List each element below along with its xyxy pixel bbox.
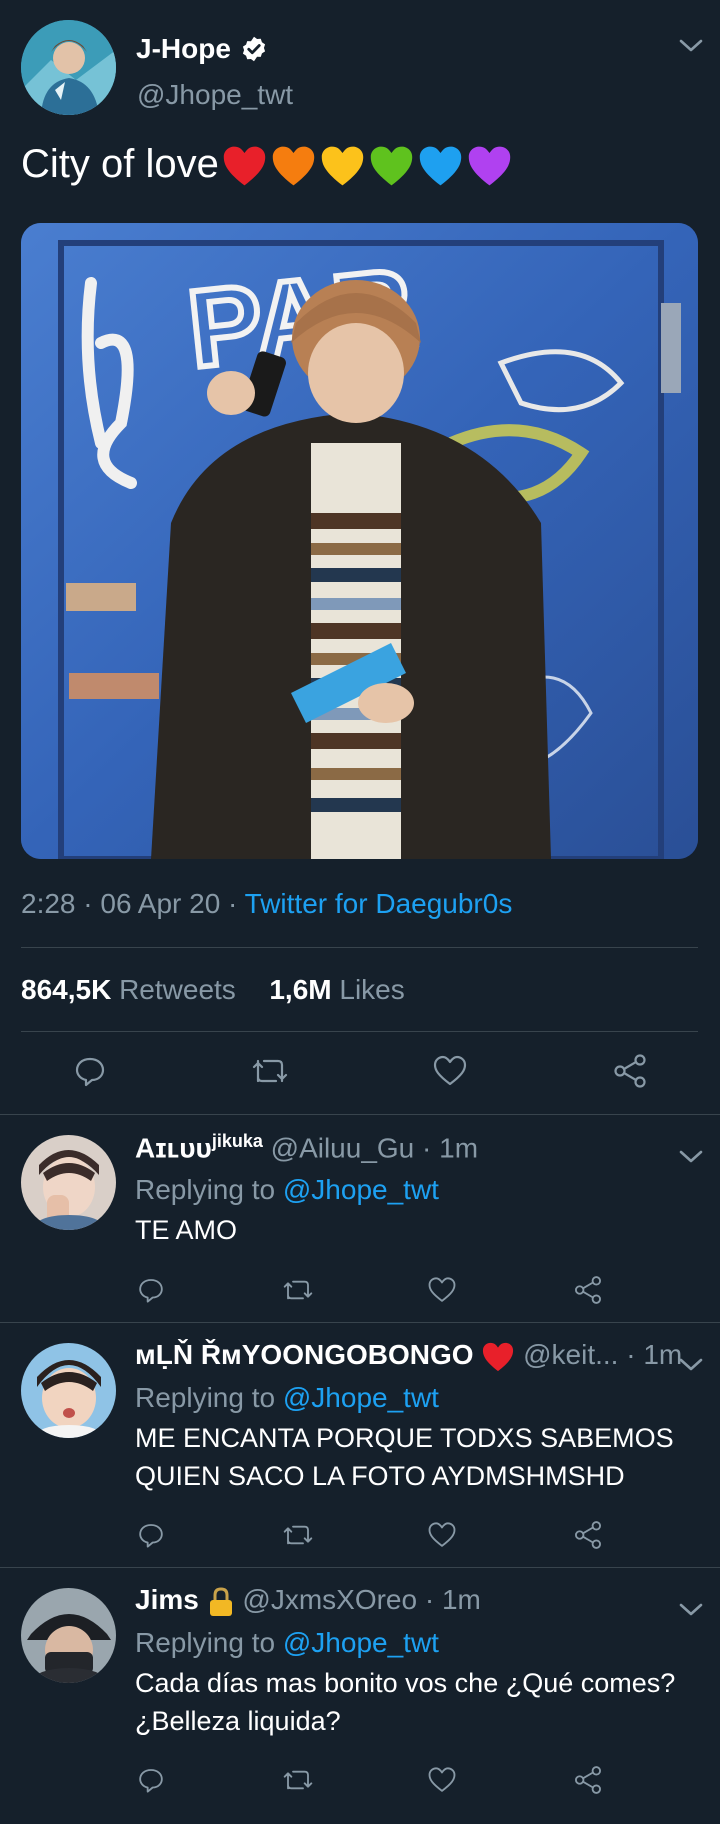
tweet-text-body: City of love (21, 142, 219, 186)
likes-label[interactable]: Likes (339, 974, 404, 1005)
likes-count[interactable]: 1,6M (269, 974, 331, 1005)
reply-icon (139, 1279, 163, 1303)
more-options-chevron-icon[interactable] (678, 38, 704, 54)
share-button[interactable] (568, 1760, 608, 1800)
tweet-photo[interactable]: PAR (21, 223, 698, 859)
reply-author-handle[interactable]: @JxmsXOreo (242, 1584, 417, 1615)
orange-heart-emoji-icon (272, 147, 315, 186)
reply-header: ᴍḶŇ ŘᴍYOONGOBONGO @keit... · 1m (135, 1339, 682, 1373)
retweet-icon (283, 1525, 313, 1545)
retweet-icon (283, 1280, 313, 1300)
author-avatar[interactable] (21, 20, 116, 115)
reply-time: 1m (439, 1132, 479, 1164)
tweet-stats: 864,5K Retweets 1,6M Likes (21, 974, 405, 1006)
reply-avatar[interactable] (21, 1135, 116, 1230)
reply-icon (139, 1524, 163, 1548)
lock-icon (209, 1587, 232, 1616)
reply-header: Aɪʟᴜᴜjikuka @Ailuu_Gu · 1m (135, 1131, 479, 1164)
share-icon (575, 1766, 601, 1794)
share-button[interactable] (568, 1515, 608, 1555)
share-button[interactable] (568, 1270, 608, 1310)
tweet-time: 2:28 (21, 888, 76, 919)
author-handle[interactable]: @Jhope_twt (137, 79, 293, 111)
main-action-bar (0, 1051, 720, 1091)
more-options-chevron-icon[interactable] (678, 1357, 704, 1373)
reply-text: Cada días mas bonito vos che ¿Qué comes?… (135, 1668, 676, 1736)
retweets-label[interactable]: Retweets (119, 974, 236, 1005)
replying-to: Replying to @Jhope_twt (135, 1382, 439, 1414)
purple-heart-emoji-icon (468, 147, 511, 186)
share-icon (575, 1521, 601, 1549)
reply-icon (139, 1769, 163, 1793)
divider (21, 947, 698, 948)
retweet-button[interactable] (278, 1760, 318, 1800)
reply-tweet[interactable]: Jims @JxmsXOreo · 1m Replying to @Jhope_… (0, 1568, 720, 1812)
reply-action-bar (0, 1270, 720, 1310)
more-options-chevron-icon[interactable] (678, 1602, 704, 1618)
reply-text: ME ENCANTA PORQUE TODXS SABEMOS QUIEN SA… (135, 1423, 674, 1491)
verified-badge-icon (240, 35, 268, 63)
reply-button[interactable] (131, 1760, 171, 1800)
red-heart-emoji-icon (223, 147, 266, 186)
reply-author-name-suffix: jikuka (211, 1131, 263, 1151)
replying-to: Replying to @Jhope_twt (135, 1627, 439, 1659)
reply-tweet[interactable]: ᴍḶŇ ŘᴍYOONGOBONGO @keit... · 1m Replying… (0, 1323, 720, 1568)
reply-header: Jims @JxmsXOreo · 1m (135, 1584, 481, 1618)
like-icon (428, 1522, 456, 1547)
like-button[interactable] (430, 1051, 470, 1091)
replying-to-mention[interactable]: @Jhope_twt (283, 1382, 439, 1413)
reply-time: 1m (643, 1339, 683, 1370)
tweet-date: 06 Apr 20 (100, 888, 221, 919)
reply-button[interactable] (70, 1051, 110, 1091)
reply-author-name[interactable]: Aɪʟᴜᴜ (135, 1132, 212, 1163)
reply-avatar[interactable] (21, 1588, 116, 1683)
reply-author-name[interactable]: Jims (135, 1584, 199, 1615)
replying-to-mention[interactable]: @Jhope_twt (283, 1174, 439, 1205)
share-icon (614, 1054, 646, 1088)
tweet-source-link[interactable]: Twitter for Daegubr0s (245, 888, 513, 919)
like-button[interactable] (422, 1270, 462, 1310)
reply-author-handle[interactable]: @Ailuu_Gu (271, 1132, 415, 1163)
reply-author-handle[interactable]: @keit... (523, 1339, 618, 1370)
share-icon (575, 1276, 601, 1304)
divider (21, 1031, 698, 1032)
retweet-button[interactable] (250, 1051, 290, 1091)
like-icon (428, 1767, 456, 1792)
retweet-button[interactable] (278, 1270, 318, 1310)
author-name[interactable]: J-Hope (136, 33, 231, 65)
reply-avatar[interactable] (21, 1343, 116, 1438)
reply-text: TE AMO (135, 1215, 238, 1245)
like-button[interactable] (422, 1760, 462, 1800)
tweet-text: City of love (21, 142, 513, 188)
retweet-button[interactable] (278, 1515, 318, 1555)
blue-heart-emoji-icon (419, 147, 462, 186)
reply-action-bar (0, 1760, 720, 1800)
replying-to-label: Replying to (135, 1382, 276, 1413)
heart-emoji-row (221, 144, 513, 188)
reply-button[interactable] (131, 1270, 171, 1310)
replying-to-mention[interactable]: @Jhope_twt (283, 1627, 439, 1658)
reply-tweet[interactable]: Aɪʟᴜᴜjikuka @Ailuu_Gu · 1m Replying to @… (0, 1115, 720, 1323)
reply-button[interactable] (131, 1515, 171, 1555)
yellow-heart-emoji-icon (321, 147, 364, 186)
replying-to-label: Replying to (135, 1627, 276, 1658)
like-icon (428, 1277, 456, 1302)
like-button[interactable] (422, 1515, 462, 1555)
retweet-icon (252, 1059, 288, 1083)
tweet-meta: 2:28 · 06 Apr 20 · Twitter for Daegubr0s (21, 888, 513, 919)
replying-to: Replying to @Jhope_twt (135, 1174, 439, 1206)
green-heart-emoji-icon (370, 147, 413, 186)
retweet-icon (283, 1770, 313, 1790)
red-heart-emoji-icon (483, 1342, 514, 1371)
share-button[interactable] (610, 1051, 650, 1091)
like-icon (433, 1055, 467, 1086)
retweets-count[interactable]: 864,5K (21, 974, 111, 1005)
reply-time: 1m (441, 1584, 481, 1615)
reply-author-name[interactable]: ᴍḶŇ ŘᴍYOONGOBONGO (135, 1339, 474, 1370)
reply-icon (75, 1057, 105, 1087)
reply-action-bar (0, 1515, 720, 1555)
more-options-chevron-icon[interactable] (678, 1149, 704, 1165)
replying-to-label: Replying to (135, 1174, 276, 1205)
